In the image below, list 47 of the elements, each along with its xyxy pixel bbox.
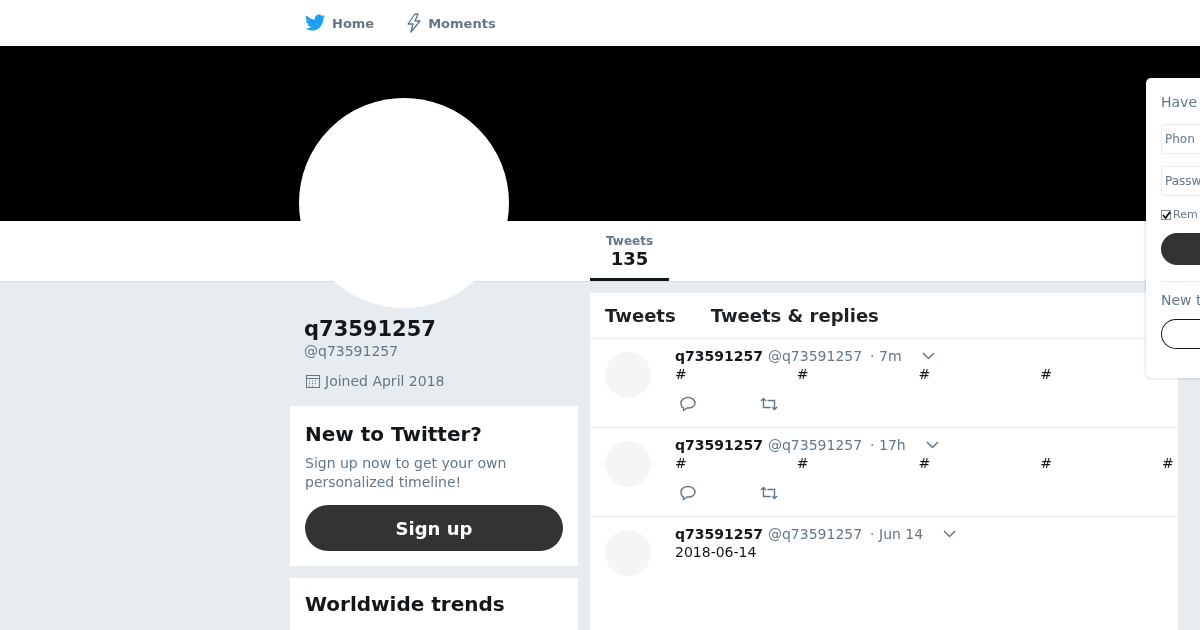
retweet-icon (759, 396, 779, 412)
tweet-time[interactable]: · Jun 14 (870, 526, 924, 542)
timeline-tab[interactable]: Tweets & replies (710, 305, 879, 326)
profile-handle: @q73591257 (303, 343, 400, 359)
caret-icon (921, 352, 935, 360)
tweet-text: 2018-06-14 (675, 544, 758, 560)
tweet-time[interactable]: · 17h (870, 437, 906, 453)
user-name[interactable]: q73591257 (675, 348, 763, 364)
user-handle: @q73591257 (767, 348, 863, 364)
signup-button[interactable]: Sign up (305, 505, 563, 551)
nav-link[interactable]: Home (305, 14, 375, 32)
popup-title: Have (1161, 94, 1198, 110)
card-text: Sign up now to get your own personalized timeline! (305, 454, 508, 492)
tweets-stat-tab[interactable]: Tweets 135 (590, 221, 669, 281)
nav-link[interactable]: Moments (406, 13, 496, 33)
hashtag[interactable]: # (1161, 455, 1174, 471)
user-name[interactable]: q73591257 (675, 526, 763, 542)
caret-icon (925, 441, 939, 449)
hashtag[interactable]: # (796, 366, 809, 382)
reply-icon (679, 485, 697, 501)
password-field[interactable]: Passw (1161, 166, 1200, 196)
hashtag[interactable]: # (918, 366, 931, 382)
hashtag[interactable]: # (1040, 455, 1052, 471)
hashtag[interactable]: # (796, 455, 809, 471)
retweet-icon (759, 485, 779, 501)
join-date: Joined April 2018 (325, 373, 445, 389)
profile-name: q73591257 (303, 317, 437, 341)
user-handle: @q73591257 (767, 437, 863, 453)
check-icon (1162, 210, 1171, 219)
user-handle: @q73591257 (767, 526, 863, 542)
hashtag[interactable]: # (918, 455, 931, 471)
caret-icon (943, 530, 957, 538)
reply-icon (679, 396, 697, 412)
remember-checkbox[interactable] (1161, 209, 1171, 220)
remember-label: Rem (1173, 208, 1198, 221)
tweet-time[interactable]: · 7m (870, 348, 902, 364)
hashtag[interactable]: # (1040, 366, 1052, 382)
hashtag[interactable]: # (675, 455, 687, 471)
hashtag[interactable]: # (675, 366, 687, 382)
phone-field[interactable]: Phon (1161, 124, 1200, 154)
card-title: Worldwide trends (305, 591, 506, 618)
calendar-icon (305, 373, 321, 389)
bird-icon (305, 14, 326, 32)
lightning-icon (406, 13, 423, 33)
card-title: New to Twitter? (305, 421, 483, 448)
user-name[interactable]: q73591257 (675, 437, 763, 453)
timeline-tab[interactable]: Tweets (605, 305, 676, 326)
